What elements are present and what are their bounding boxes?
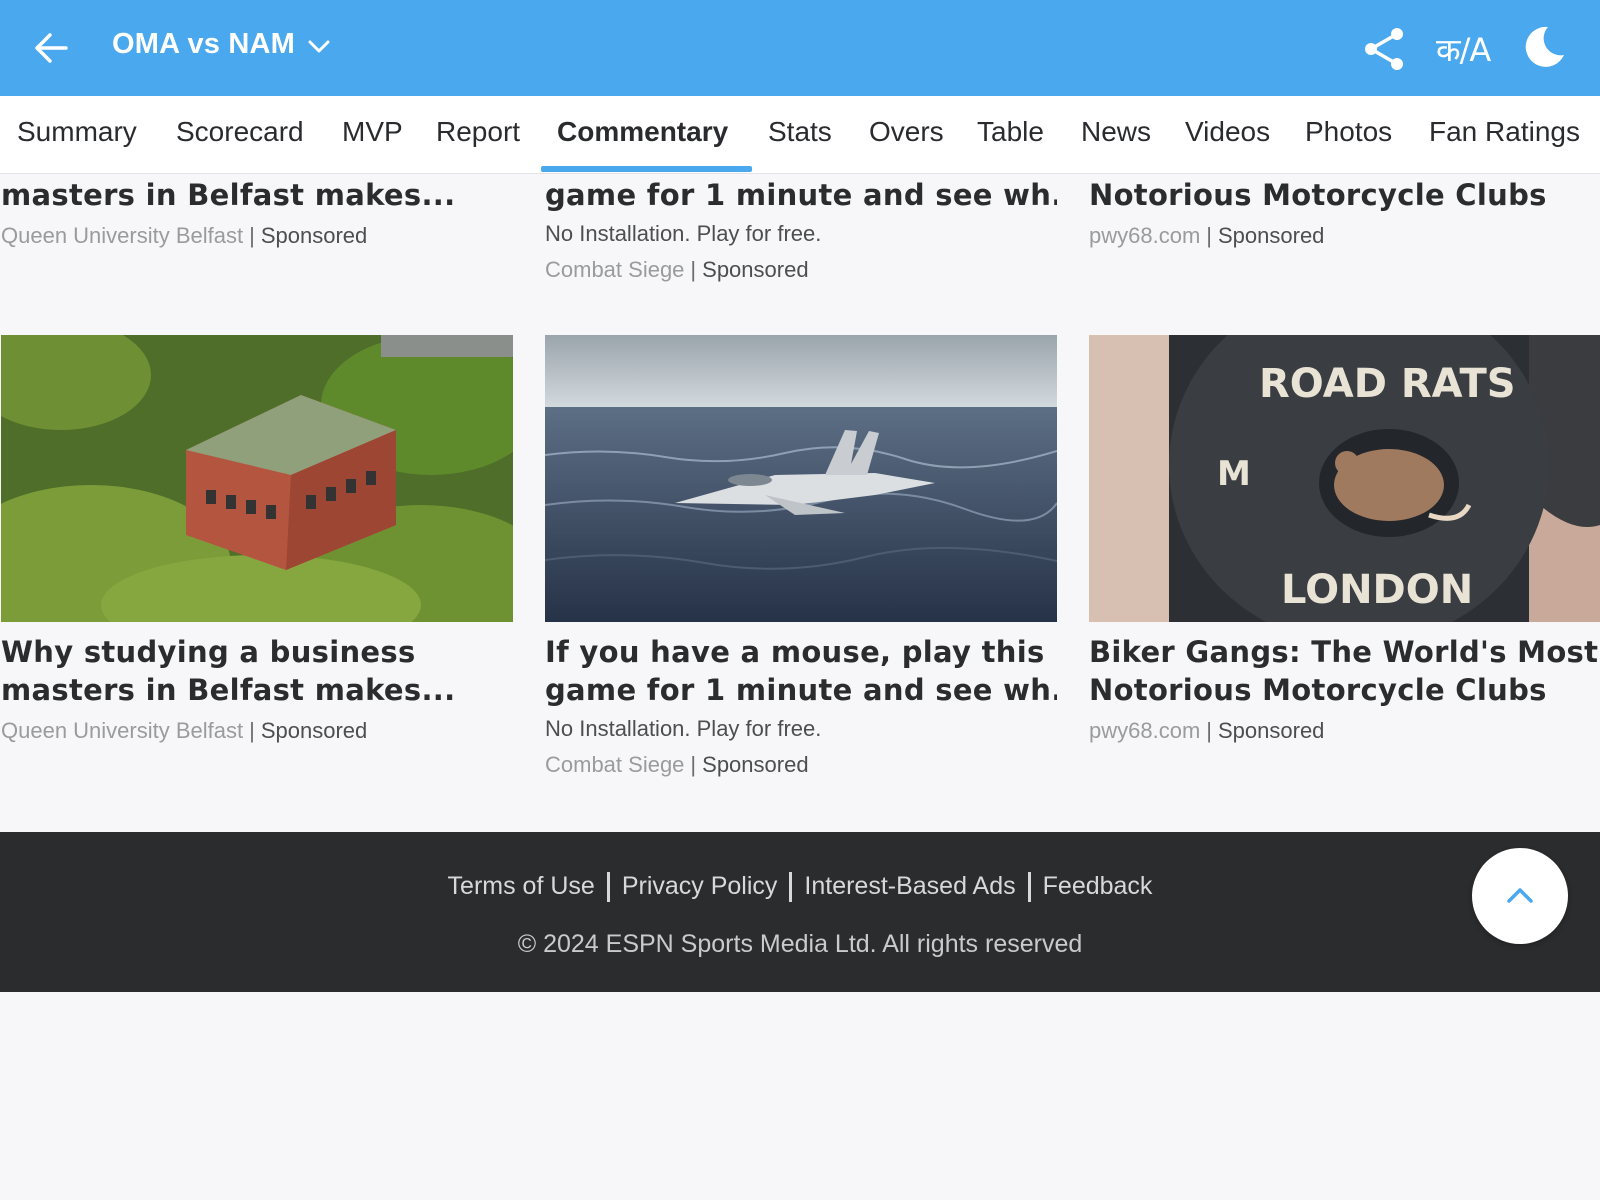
- sponsored-label: Sponsored: [702, 752, 809, 777]
- tab-videos[interactable]: Videos: [1185, 116, 1270, 148]
- tab-mvp[interactable]: MVP: [342, 116, 403, 148]
- language-toggle-icon[interactable]: क/A: [1436, 28, 1491, 69]
- patch-bottom-text: LONDON: [1281, 567, 1473, 613]
- tab-commentary[interactable]: Commentary: [557, 116, 728, 148]
- top-app-bar: OMA vs NAM क/A: [0, 0, 1600, 96]
- sponsored-label: Sponsored: [1218, 718, 1325, 743]
- ad-title[interactable]: Why studying a business masters in Belfa…: [1, 633, 511, 709]
- ad-source[interactable]: Queen University Belfast | Sponsored: [1, 718, 367, 744]
- active-tab-indicator: [541, 166, 752, 172]
- ad-image-biker-vest[interactable]: ROAD RATS LONDON M: [1089, 335, 1600, 622]
- tab-stats[interactable]: Stats: [768, 116, 832, 148]
- ad-image-university[interactable]: [1, 335, 513, 622]
- sponsored-label: Sponsored: [702, 257, 809, 282]
- match-dropdown[interactable]: [306, 36, 332, 58]
- ad-image-fighter-jet[interactable]: [545, 335, 1057, 622]
- patch-side-text: M: [1217, 454, 1251, 494]
- ad-title[interactable]: Biker Gangs: The World's Most Notorious …: [1089, 633, 1600, 709]
- share-icon: [1365, 28, 1403, 70]
- tab-photos[interactable]: Photos: [1305, 116, 1392, 148]
- ad-source[interactable]: Combat Siege | Sponsored: [545, 257, 809, 283]
- chevron-down-icon: [308, 40, 330, 53]
- sponsored-label: Sponsored: [260, 718, 368, 743]
- ad-title[interactable]: Notorious Motorcycle Clubs: [1089, 176, 1600, 214]
- patch-top-text: ROAD RATS: [1259, 361, 1516, 407]
- ad-title[interactable]: If you have a mouse, play this game for …: [545, 633, 1057, 709]
- ad-title[interactable]: masters in Belfast makes...: [1, 176, 511, 214]
- ad-source[interactable]: Queen University Belfast | Sponsored: [1, 223, 367, 249]
- tab-overs[interactable]: Overs: [869, 116, 944, 148]
- scroll-to-top-button[interactable]: [1472, 848, 1568, 944]
- tab-summary[interactable]: Summary: [17, 116, 137, 148]
- ad-source[interactable]: Combat Siege | Sponsored: [545, 752, 809, 778]
- arrow-left-icon: [35, 33, 68, 63]
- chevron-up-icon: [1507, 888, 1533, 903]
- copyright-text: © 2024 ESPN Sports Media Ltd. All rights…: [517, 930, 1083, 958]
- share-button[interactable]: [1362, 26, 1408, 72]
- moon-icon: [1525, 26, 1564, 67]
- interest-based-ads-link[interactable]: Interest-Based Ads: [804, 872, 1015, 900]
- ad-description: No Installation. Play for free.: [545, 716, 822, 741]
- sponsored-label: Sponsored: [1218, 223, 1325, 248]
- page-footer: Terms of Use Privacy Policy Interest-Based…: [0, 832, 1600, 992]
- ad-source[interactable]: pwy68.com | Sponsored: [1089, 223, 1324, 249]
- match-tab-bar: Summary Scorecard MVP Report Commentary …: [0, 96, 1600, 174]
- tab-news[interactable]: News: [1081, 116, 1151, 148]
- tab-table[interactable]: Table: [977, 116, 1044, 148]
- tab-scorecard[interactable]: Scorecard: [176, 116, 304, 148]
- ad-source[interactable]: pwy68.com | Sponsored: [1089, 718, 1324, 744]
- ad-title[interactable]: game for 1 minute and see wh...: [545, 176, 1057, 214]
- terms-of-use-link[interactable]: Terms of Use: [448, 872, 595, 900]
- tab-report[interactable]: Report: [436, 116, 520, 148]
- footer-links: Terms of Use Privacy Policy Interest-Based…: [0, 872, 1600, 903]
- ad-description: No Installation. Play for free.: [545, 221, 822, 246]
- theme-toggle-button[interactable]: [1518, 22, 1568, 72]
- privacy-policy-link[interactable]: Privacy Policy: [622, 872, 778, 900]
- match-title[interactable]: OMA vs NAM: [112, 28, 295, 61]
- tab-fan-ratings[interactable]: Fan Ratings: [1429, 116, 1580, 148]
- back-button[interactable]: [30, 26, 82, 70]
- feedback-link[interactable]: Feedback: [1043, 872, 1153, 900]
- sponsored-label: Sponsored: [260, 223, 368, 248]
